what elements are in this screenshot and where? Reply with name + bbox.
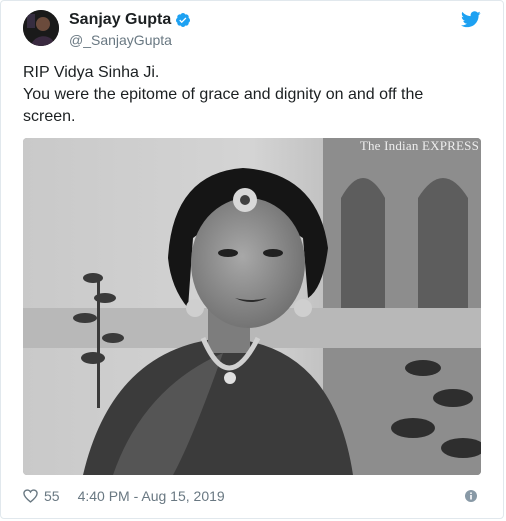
photo-watermark: The Indian EXPRESS bbox=[359, 138, 479, 153]
tweet-footer: 55 4:40 PM - Aug 15, 2019 bbox=[23, 485, 483, 507]
twitter-logo-icon[interactable] bbox=[461, 11, 481, 28]
tweet-text-line: screen. bbox=[23, 108, 76, 125]
tweet-text: RIP Vidya Sinha Ji. You were the epitome… bbox=[23, 62, 483, 128]
like-count: 55 bbox=[44, 488, 60, 504]
portrait-photo bbox=[23, 138, 481, 475]
author-handle[interactable]: @_SanjayGupta bbox=[69, 32, 172, 48]
tweet-photo[interactable]: The Indian EXPRESS bbox=[23, 138, 481, 475]
avatar[interactable] bbox=[23, 10, 59, 46]
tweet-card: Sanjay Gupta @_SanjayGupta RIP Vidya Sin… bbox=[0, 0, 504, 519]
avatar-image bbox=[23, 10, 59, 46]
author-name-row[interactable]: Sanjay Gupta bbox=[69, 11, 191, 29]
heart-icon bbox=[23, 489, 38, 503]
tweet-text-line: You were the epitome of grace and dignit… bbox=[23, 86, 424, 103]
tweet-timestamp[interactable]: 4:40 PM - Aug 15, 2019 bbox=[78, 488, 225, 504]
info-icon[interactable] bbox=[465, 490, 477, 502]
like-button[interactable]: 55 bbox=[23, 488, 60, 504]
tweet-text-line: RIP Vidya Sinha Ji. bbox=[23, 64, 160, 81]
author-name[interactable]: Sanjay Gupta bbox=[69, 11, 171, 29]
verified-badge-icon bbox=[176, 13, 191, 27]
